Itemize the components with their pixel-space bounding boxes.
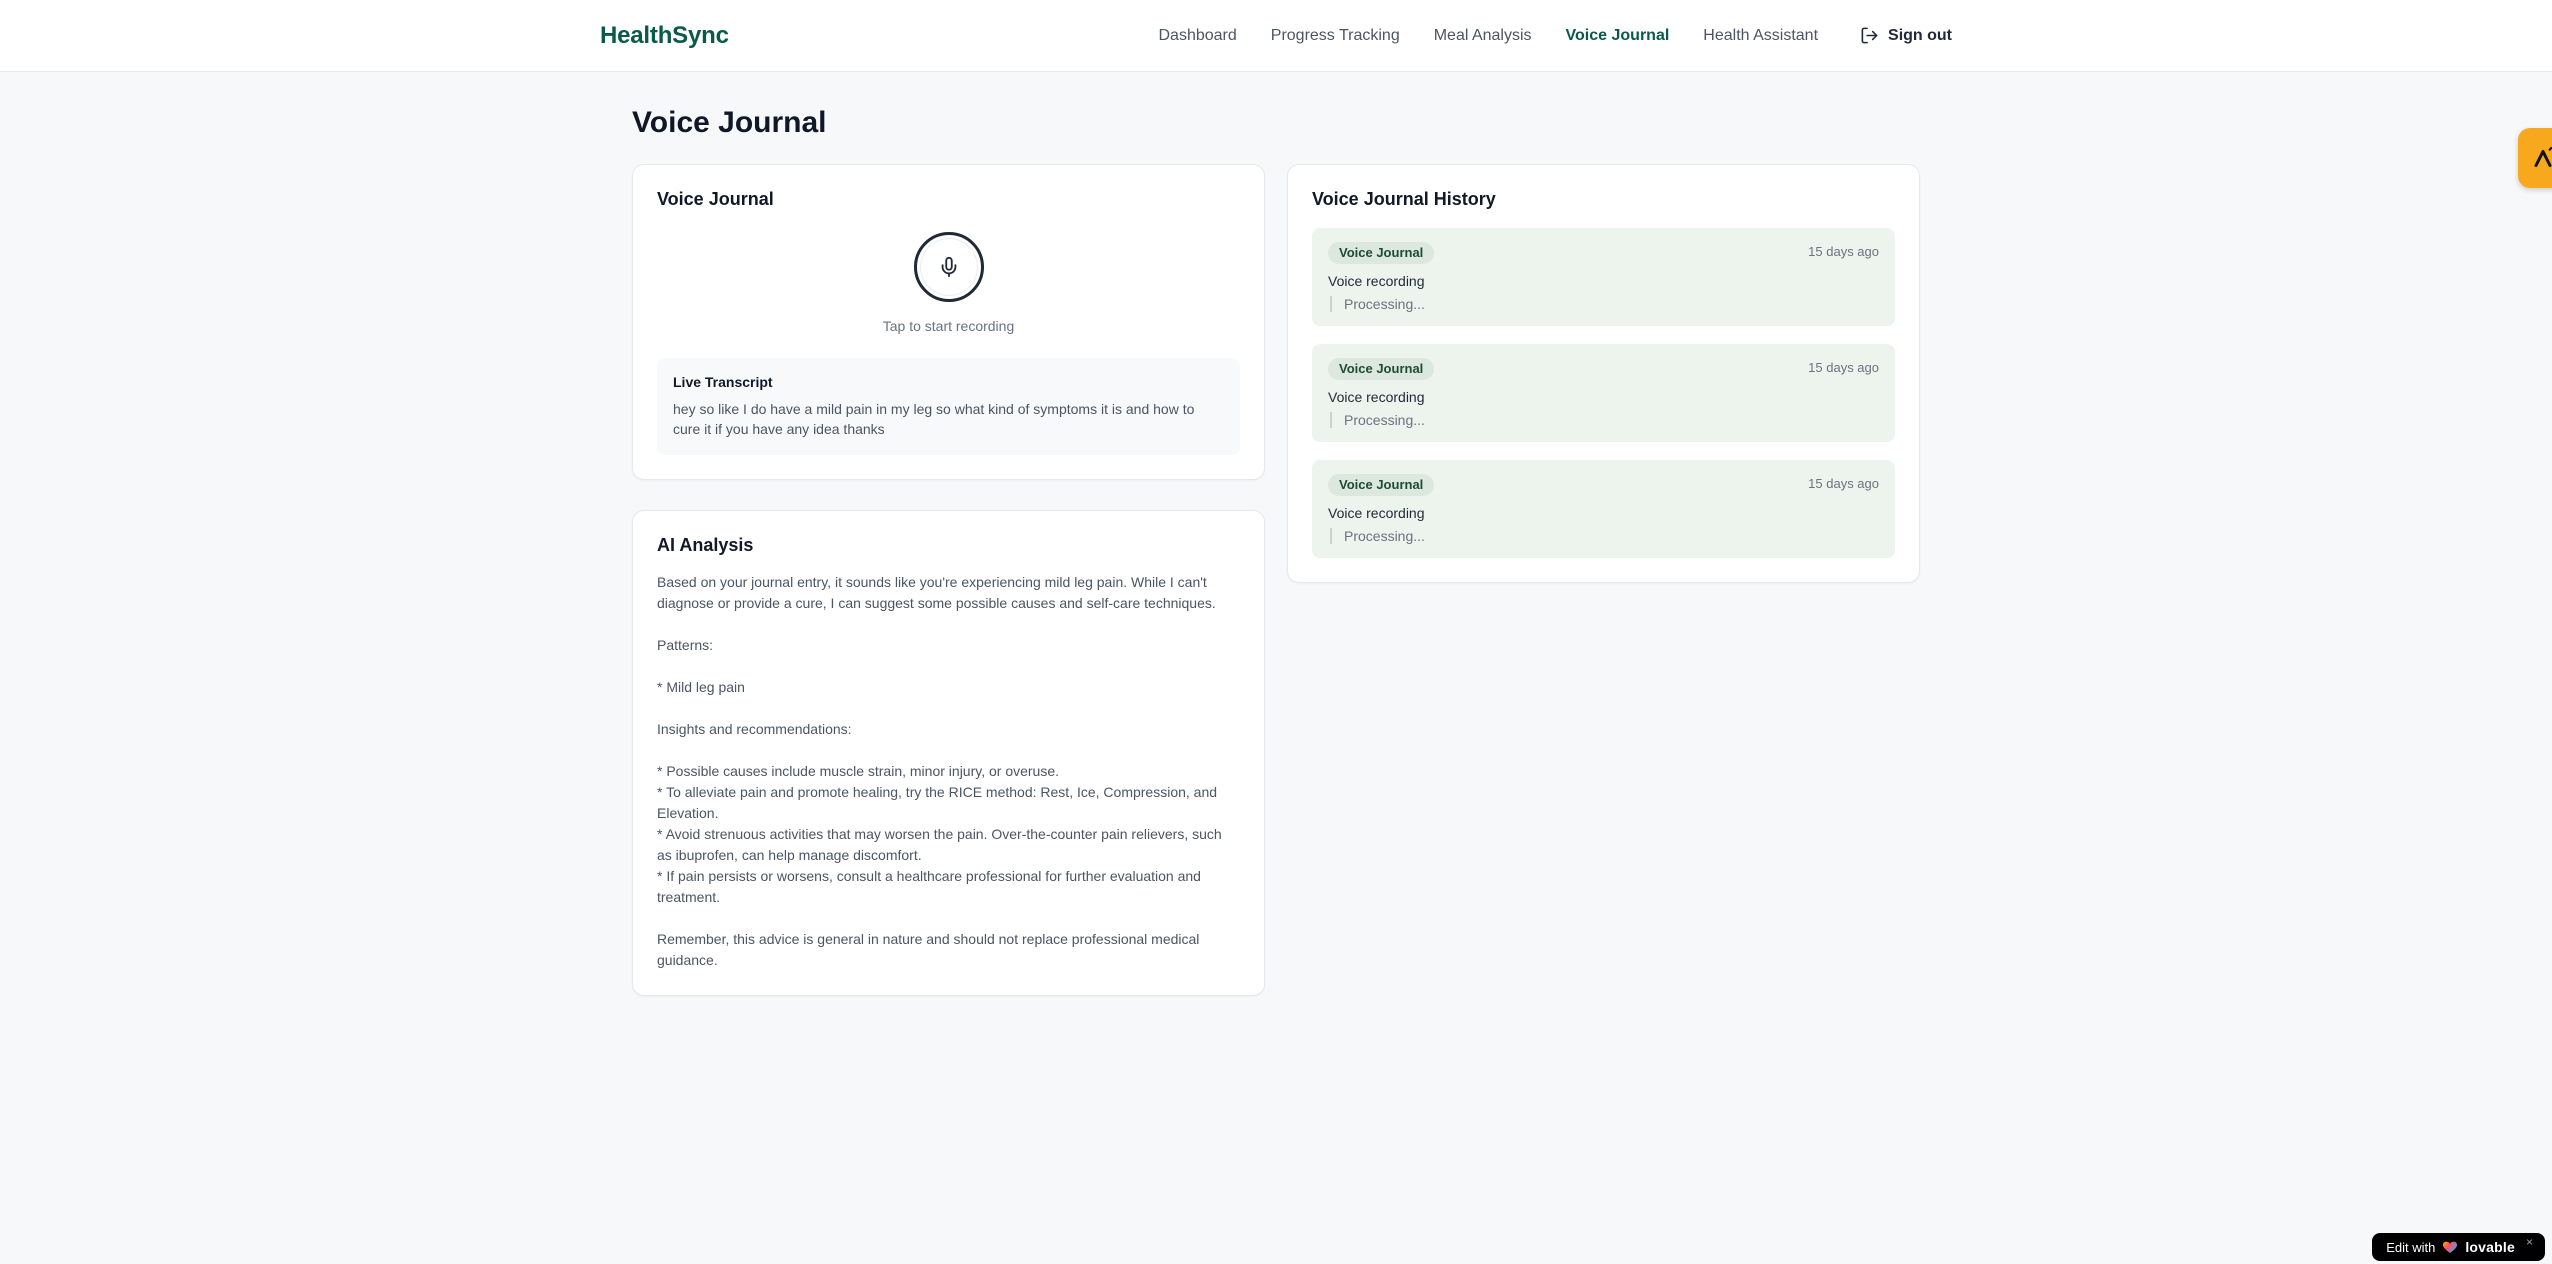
edit-with-label: Edit with	[2386, 1239, 2436, 1255]
page-title: Voice Journal	[632, 106, 827, 139]
top-nav-bar: HealthSync Dashboard Progress Tracking M…	[0, 0, 2552, 72]
record-button[interactable]	[913, 232, 984, 302]
sign-out-button[interactable]: Sign out	[1860, 26, 1952, 45]
history-card-title: Voice Journal History	[1312, 189, 1496, 209]
history-item[interactable]: Voice Journal 15 days ago Voice recordin…	[1312, 228, 1895, 326]
history-item-title: Voice recording	[1328, 505, 1425, 521]
history-item-timestamp: 15 days ago	[1808, 476, 1879, 491]
record-hint: Tap to start recording	[882, 318, 1015, 334]
history-item-status: Processing...	[1330, 412, 1879, 428]
history-item-timestamp: 15 days ago	[1808, 360, 1879, 375]
history-item-status: Processing...	[1330, 296, 1879, 312]
history-item-title: Voice recording	[1328, 389, 1425, 405]
ai-analysis-title: AI Analysis	[657, 535, 754, 555]
lovable-logo-icon	[2531, 146, 2552, 170]
page-content: Voice Journal Voice Journal Tap to start…	[632, 72, 1920, 996]
main-nav: Dashboard Progress Tracking Meal Analysi…	[1159, 26, 1953, 45]
nav-item-meal-analysis[interactable]: Meal Analysis	[1434, 27, 1532, 45]
recorder-card-title: Voice Journal	[657, 189, 774, 209]
history-item-status: Processing...	[1330, 528, 1879, 544]
ai-analysis-text: Based on your journal entry, it sounds l…	[657, 574, 1222, 968]
close-edit-badge-icon[interactable]: ×	[2526, 1235, 2533, 1249]
live-transcript-title: Live Transcript	[673, 374, 773, 390]
ai-analysis-card: AI Analysis Based on your journal entry,…	[632, 510, 1265, 996]
live-transcript-box: Live Transcript hey so like I do have a …	[657, 358, 1240, 455]
history-item-badge: Voice Journal	[1328, 358, 1435, 380]
nav-item-voice-journal[interactable]: Voice Journal	[1566, 27, 1670, 45]
nav-item-health-assistant[interactable]: Health Assistant	[1703, 27, 1818, 45]
history-list: Voice Journal 15 days ago Voice recordin…	[1312, 228, 1895, 558]
microphone-icon	[938, 256, 960, 278]
lovable-side-badge[interactable]	[2518, 128, 2552, 188]
live-transcript-text: hey so like I do have a mild pain in my …	[673, 401, 1195, 437]
history-item-badge: Voice Journal	[1328, 474, 1435, 496]
nav-item-dashboard[interactable]: Dashboard	[1159, 27, 1237, 45]
history-item[interactable]: Voice Journal 15 days ago Voice recordin…	[1312, 344, 1895, 442]
lovable-brand-label: lovable	[2465, 1239, 2515, 1255]
history-item[interactable]: Voice Journal 15 days ago Voice recordin…	[1312, 460, 1895, 558]
history-item-title: Voice recording	[1328, 273, 1425, 289]
voice-recorder-card: Voice Journal Tap to start recording Liv…	[632, 164, 1265, 480]
history-item-badge: Voice Journal	[1328, 242, 1435, 264]
history-card: Voice Journal History Voice Journal 15 d…	[1287, 164, 1920, 583]
lovable-heart-icon	[2442, 1239, 2458, 1255]
history-item-timestamp: 15 days ago	[1808, 244, 1879, 259]
sign-out-label: Sign out	[1888, 26, 1952, 44]
sign-out-icon	[1860, 26, 1879, 45]
brand-logo[interactable]: HealthSync	[600, 22, 729, 50]
nav-item-progress-tracking[interactable]: Progress Tracking	[1271, 27, 1400, 45]
lovable-edit-badge[interactable]: Edit with lovable ×	[2372, 1233, 2545, 1261]
